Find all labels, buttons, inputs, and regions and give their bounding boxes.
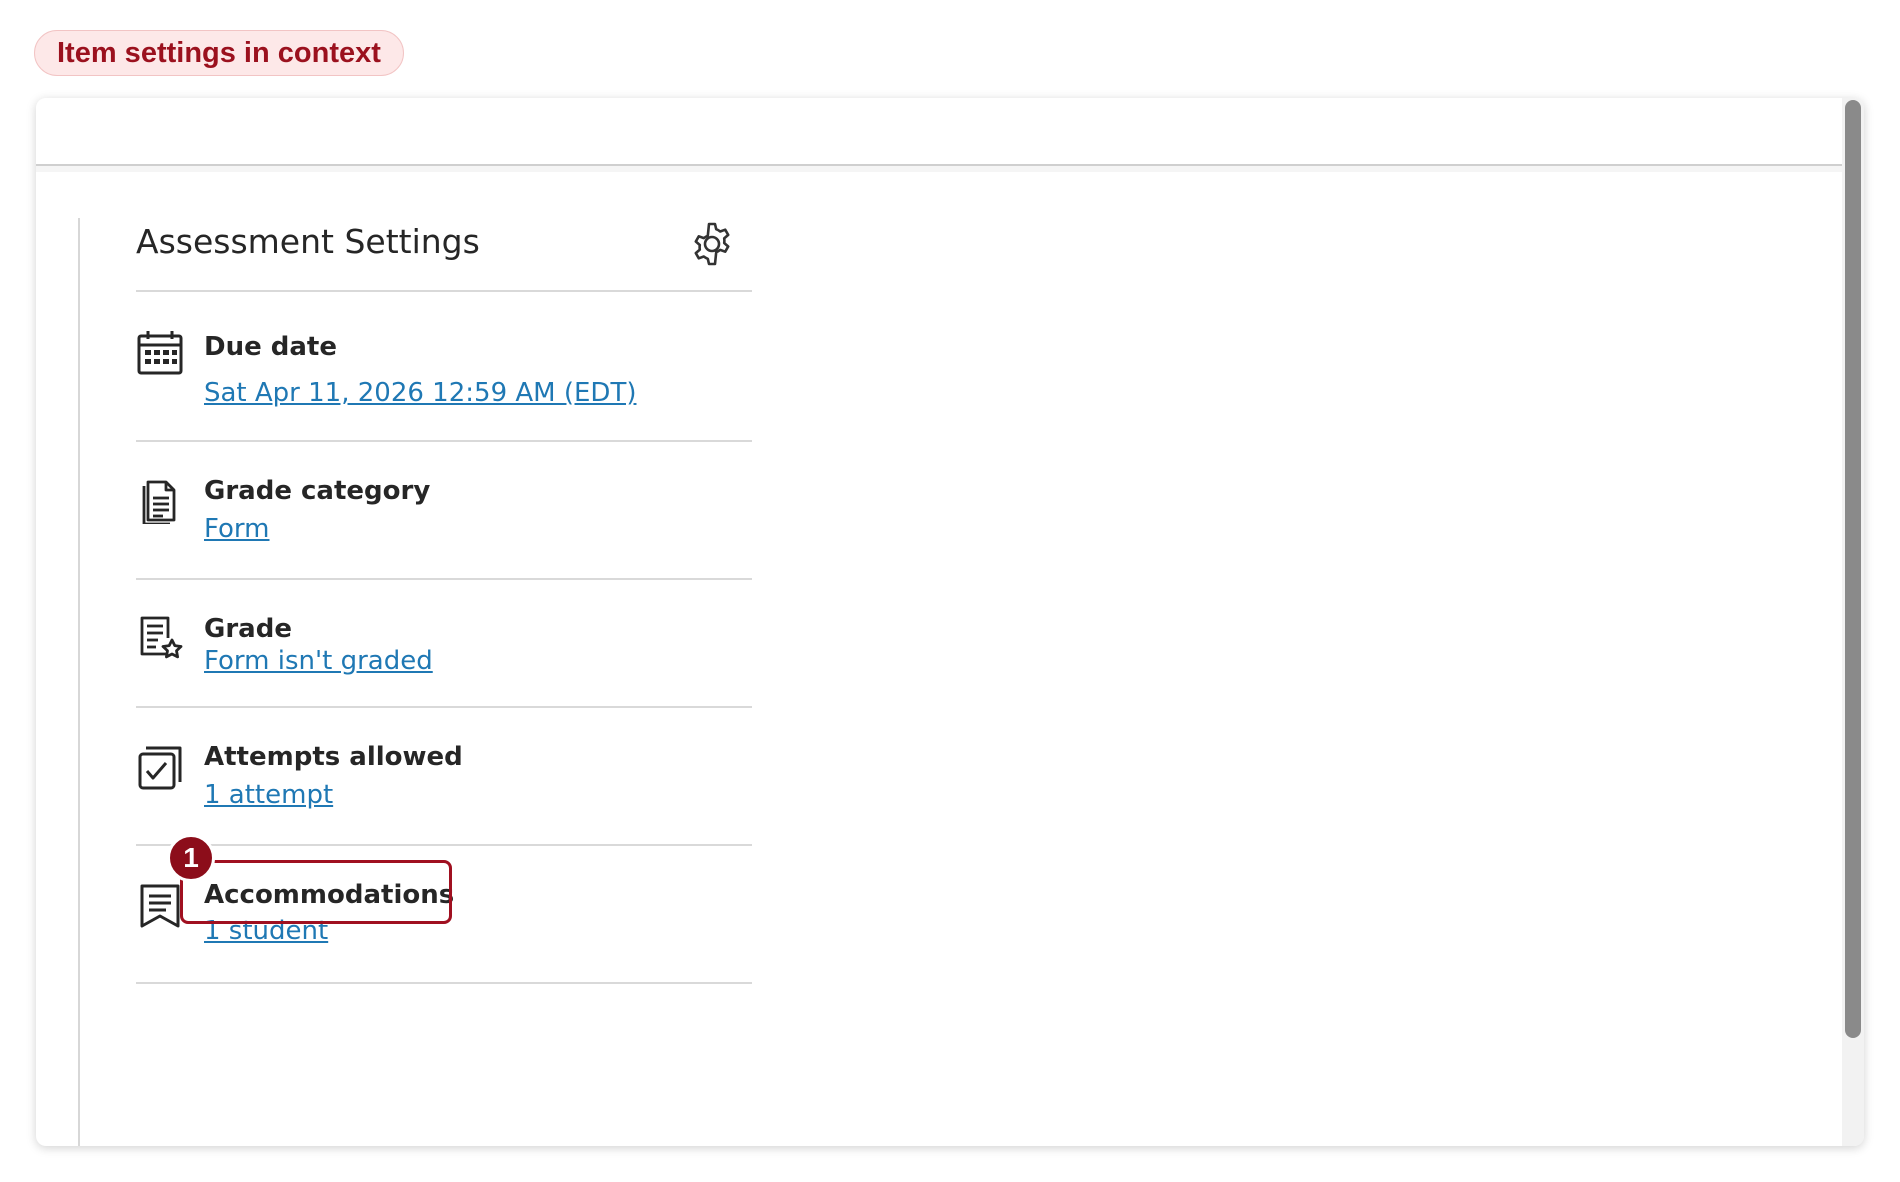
left-divider — [78, 218, 80, 1146]
checkbox-stack-icon — [138, 746, 182, 790]
vertical-scrollbar[interactable] — [1842, 98, 1864, 1146]
callout-highlight — [180, 860, 452, 924]
gear-icon[interactable] — [688, 220, 736, 268]
setting-row-grade: Grade Form isn't graded — [136, 580, 752, 708]
calendar-icon — [137, 331, 183, 375]
attempts-allowed-link[interactable]: 1 attempt — [204, 780, 333, 810]
grade-category-label: Grade category — [204, 476, 431, 506]
top-bar-divider — [36, 166, 1842, 172]
callout-number-badge: 1 — [167, 834, 215, 882]
scrollbar-thumb[interactable] — [1845, 100, 1861, 1038]
setting-row-grade-category: Grade category Form — [136, 442, 752, 580]
grade-label: Grade — [204, 614, 292, 644]
graded-document-star-icon — [140, 616, 183, 659]
grade-link[interactable]: Form isn't graded — [204, 646, 433, 676]
panel-title: Assessment Settings — [136, 222, 480, 261]
top-bar — [36, 98, 1842, 166]
attempts-allowed-label: Attempts allowed — [204, 742, 463, 772]
document-icon — [142, 480, 176, 524]
app-frame: Assessment Settings Due date Sat Apr 11,… — [36, 98, 1864, 1146]
setting-row-due-date: Due date Sat Apr 11, 2026 12:59 AM (EDT) — [136, 292, 752, 442]
panel-header: Assessment Settings — [136, 208, 752, 292]
due-date-link[interactable]: Sat Apr 11, 2026 12:59 AM (EDT) — [204, 378, 636, 408]
due-date-label: Due date — [204, 332, 337, 362]
context-label: Item settings in context — [34, 30, 404, 76]
grade-category-link[interactable]: Form — [204, 514, 270, 544]
setting-row-attempts: Attempts allowed 1 attempt — [136, 708, 752, 846]
bookmark-list-icon — [140, 884, 180, 928]
